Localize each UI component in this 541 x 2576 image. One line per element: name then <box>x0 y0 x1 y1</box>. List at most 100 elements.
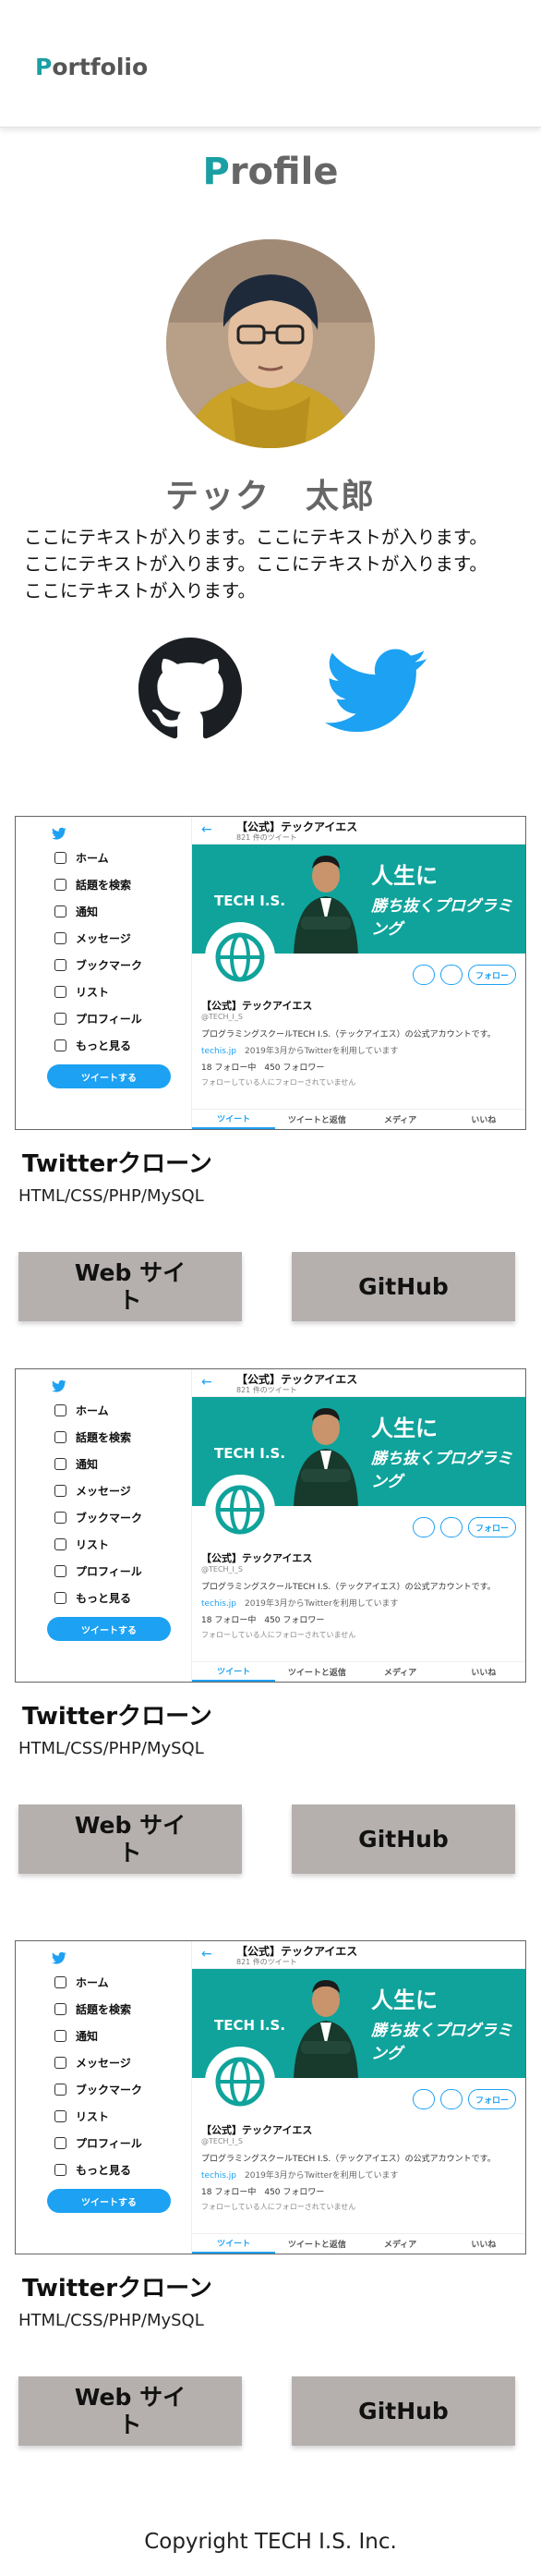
back-arrow-icon: ← <box>201 1375 212 1390</box>
work-screenshot[interactable]: ホーム 話題を検索 通知 メッセージ ブックマーク リスト プロフィール もっと… <box>15 1368 526 1683</box>
work-screenshot[interactable]: ホーム 話題を検索 通知 メッセージ ブックマーク リスト プロフィール もっと… <box>15 1940 526 2254</box>
mail-icon <box>440 965 463 985</box>
shot-tab: いいね <box>471 1669 497 1678</box>
mail-icon <box>440 1517 463 1537</box>
profile-name: テック 太郎 <box>164 478 376 516</box>
bookmark-icon <box>54 958 66 971</box>
shot-actions: フォロー <box>413 965 516 985</box>
back-arrow-icon: ← <box>201 822 212 837</box>
github-button[interactable]: GitHub <box>292 2376 515 2446</box>
profile-heading-text: rofile <box>229 151 339 193</box>
shot-tab: いいね <box>471 1116 497 1125</box>
github-button[interactable]: GitHub <box>292 1252 515 1321</box>
more-icon <box>413 2089 435 2109</box>
shot-joined: 2019年3月からTwitterを利用しています <box>245 1599 399 1609</box>
more-icon <box>413 965 435 985</box>
bell-icon <box>54 2029 66 2042</box>
hashtag-icon <box>54 878 66 891</box>
website-button[interactable]: Web サイト <box>18 1252 242 1321</box>
twitter-icon[interactable] <box>325 638 428 741</box>
banner-person-image <box>294 1980 358 2078</box>
shot-followers: 450 フォロワー <box>264 1616 325 1625</box>
more-icon <box>54 1039 66 1051</box>
shot-main: ← 【公式】テックアイエス 821 件のツイート TECH I.S. 人生に 勝… <box>191 817 525 1129</box>
shot-menu-label: 通知 <box>76 1457 99 1471</box>
shot-meta: techis.jp 2019年3月からTwitterを利用しています <box>201 2169 399 2181</box>
shot-tab: ツイートと返信 <box>287 1116 346 1125</box>
profile-heading: Profile <box>0 151 541 193</box>
website-button[interactable]: Web サイト <box>18 1804 242 1874</box>
shot-handle: @TECH_I_S <box>201 1013 243 1021</box>
shot-tweet-count: 821 件のツイート <box>236 1386 297 1394</box>
shot-tabs: ツイート ツイートと返信 メディア いいね <box>192 1661 525 1682</box>
shot-menu-item: 通知 <box>54 2026 98 2045</box>
shot-menu-label: ブックマーク <box>76 958 143 972</box>
mail-icon <box>54 1484 66 1497</box>
banner-person-image <box>294 1408 358 1506</box>
shot-tab: メディア <box>383 1116 417 1125</box>
github-icon[interactable] <box>138 638 242 741</box>
globe-icon <box>215 932 265 982</box>
shot-menu-label: 話題を検索 <box>76 2002 132 2016</box>
website-button[interactable]: Web サイト <box>18 2376 242 2446</box>
shot-main: ← 【公式】テックアイエス 821 件のツイート TECH I.S. 人生に 勝… <box>191 1369 525 1682</box>
github-button[interactable]: GitHub <box>292 1804 515 1874</box>
shot-avatar <box>205 2047 275 2117</box>
shot-menu-item: もっと見る <box>54 1036 131 1054</box>
shot-menu-item: 通知 <box>54 1454 98 1473</box>
more-icon <box>54 2163 66 2176</box>
shot-banner-copy-sub: 勝ち抜くプログラミング <box>371 2022 512 2063</box>
shot-name: 【公式】テックアイエス <box>201 2124 313 2136</box>
shot-menu-item: もっと見る <box>54 1588 131 1607</box>
shot-bio: プログラミングスクールTECH I.S.（テックアイエス）の公式アカウントです。 <box>201 1583 496 1592</box>
more-icon <box>413 1517 435 1537</box>
shot-menu-item: 話題を検索 <box>54 1428 131 1446</box>
shot-note: フォローしている人にフォローされていません <box>201 1631 356 1639</box>
shot-menu-item: ホーム <box>54 1401 109 1419</box>
work-title: Twitterクローン <box>22 1703 212 1731</box>
bookmark-icon <box>54 1511 66 1524</box>
shot-follow-button: フォロー <box>468 965 516 985</box>
shot-brand: TECH I.S. <box>214 2017 286 2034</box>
shot-menu-item: プロフィール <box>54 2133 142 2152</box>
shot-menu-label: リスト <box>76 1537 110 1551</box>
mail-icon <box>440 2089 463 2109</box>
shot-menu-label: ホーム <box>76 1975 109 1989</box>
shot-menu-item: 話題を検索 <box>54 1999 131 2018</box>
shot-meta: techis.jp 2019年3月からTwitterを利用しています <box>201 1597 399 1609</box>
site-logo[interactable]: Portfolio <box>35 54 148 80</box>
work-screenshot[interactable]: ホーム 話題を検索 通知 メッセージ ブックマーク リスト プロフィール もっと… <box>15 816 526 1130</box>
shot-menu-label: 話題を検索 <box>76 878 132 892</box>
shot-menu-label: メッセージ <box>76 931 131 945</box>
shot-menu-label: ブックマーク <box>76 1511 143 1525</box>
shot-tab: メディア <box>383 1669 417 1678</box>
shot-tab: ツイートと返信 <box>287 1669 346 1678</box>
shot-note: フォローしている人にフォローされていません <box>201 2203 356 2211</box>
shot-handle: @TECH_I_S <box>201 2137 243 2145</box>
shot-menu-label: ホーム <box>76 1403 109 1417</box>
shot-menu-label: もっと見る <box>76 1591 132 1605</box>
shot-follow-button: フォロー <box>468 2089 516 2109</box>
shot-menu-label: 通知 <box>76 2029 99 2043</box>
work-tech: HTML/CSS/PHP/MySQL <box>18 2311 204 2330</box>
shot-name: 【公式】テックアイエス <box>201 1000 313 1012</box>
logo-initial: P <box>35 54 53 80</box>
shot-handle: @TECH_I_S <box>201 1565 243 1574</box>
shot-banner-copy: 人生に <box>371 1416 438 1441</box>
twitter-logo-icon <box>52 1379 66 1392</box>
shot-menu-label: プロフィール <box>76 1564 142 1578</box>
shot-menu-label: プロフィール <box>76 2136 142 2150</box>
footer-copyright: Copyright TECH I.S. Inc. <box>144 2530 397 2554</box>
shot-link: techis.jp <box>201 1047 236 1056</box>
shot-menu-item: もっと見る <box>54 2160 131 2179</box>
shot-topbar: ← 【公式】テックアイエス 821 件のツイート <box>192 1369 525 1397</box>
profile-line: ここにテキストが入ります。ここにテキストが入ります。 <box>24 553 487 575</box>
site-header: Portfolio <box>0 0 541 128</box>
shot-menu-item: リスト <box>54 2107 109 2125</box>
twitter-logo-icon <box>52 1951 66 1964</box>
shot-follow-button: フォロー <box>468 1517 516 1537</box>
shot-tab: メディア <box>383 2241 417 2250</box>
person-icon <box>54 1012 66 1025</box>
profile-line: ここにテキストが入ります。ここにテキストが入ります。 <box>24 527 487 548</box>
back-arrow-icon: ← <box>201 1947 212 1962</box>
